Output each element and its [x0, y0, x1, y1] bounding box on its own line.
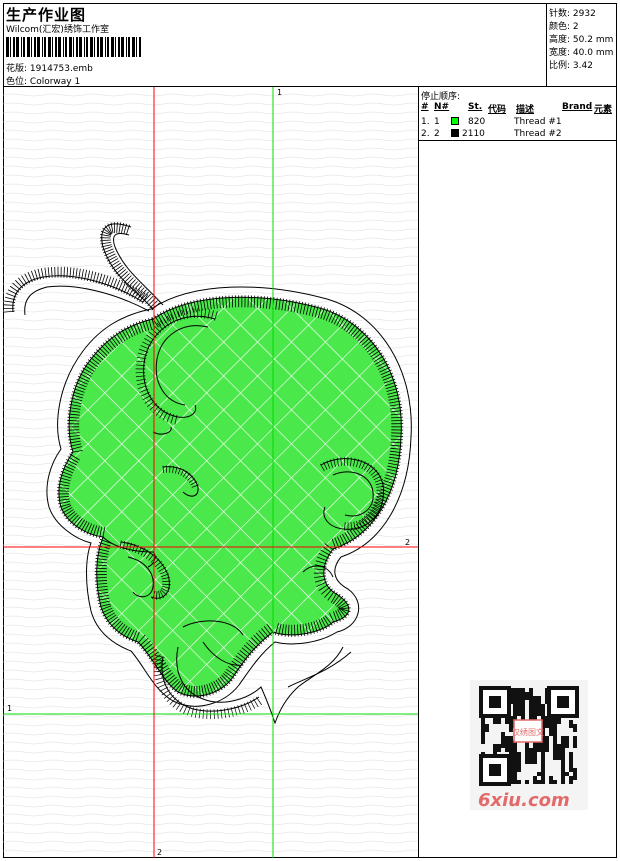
- file-value: 1914753.emb: [29, 64, 93, 74]
- stat-value: 50.2 mm: [572, 35, 614, 45]
- colorway-label: 色位:: [6, 77, 28, 87]
- design-canvas[interactable]: 1 1 2 2: [3, 87, 419, 858]
- thread-swatch: [451, 129, 459, 137]
- green-top-label: 1: [277, 88, 282, 97]
- row-code: 2110: [462, 129, 485, 139]
- company-name: Wilcom(汇宏)绣饰工作室: [6, 25, 109, 35]
- col-description: 描述: [516, 105, 535, 115]
- stat-value: 3.42: [572, 61, 593, 71]
- row-description: Thread #1: [514, 117, 562, 127]
- row-description: Thread #2: [514, 129, 562, 139]
- stat-label: 高度:: [549, 35, 571, 45]
- embroidery-preview: 1 1 2 2: [3, 87, 418, 858]
- row-needle: 2: [434, 129, 440, 139]
- stat-width: 宽度: 40.0 mm: [549, 45, 613, 58]
- stop-sequence-title: 停止顺序:: [421, 92, 461, 102]
- stat-scale: 比例: 3.42: [549, 58, 593, 71]
- file-name-row: 花版: 1914753.emb: [6, 61, 93, 74]
- stat-height: 高度: 50.2 mm: [549, 32, 613, 45]
- stat-value: 2: [572, 22, 579, 32]
- col-element: 元素: [594, 105, 613, 115]
- row-index: 1.: [421, 117, 430, 127]
- row-needle: 1: [434, 117, 440, 127]
- watermark-text: 6xiu.com: [478, 790, 570, 811]
- stat-label: 针数:: [549, 9, 571, 19]
- row-index: 2.: [421, 129, 430, 139]
- col-code: 代码: [488, 105, 507, 115]
- file-label: 花版:: [6, 64, 28, 74]
- stat-value: 2932: [572, 9, 596, 19]
- col-index: #: [421, 102, 429, 112]
- colorway-row: 色位: Colorway 1: [6, 74, 80, 87]
- col-stop: St.: [468, 102, 483, 112]
- red-bottom-label: 2: [157, 848, 162, 857]
- col-brand: Brand: [562, 102, 593, 112]
- thread-swatch: [451, 117, 459, 125]
- colorway-value: Colorway 1: [29, 77, 81, 87]
- stat-stitches: 针数: 2932: [549, 6, 596, 19]
- red-right-label: 2: [405, 538, 410, 547]
- row-code: 820: [468, 117, 486, 127]
- seal-text: 汉绣图文: [512, 727, 544, 737]
- stat-label: 颜色:: [549, 22, 571, 32]
- stat-colors: 颜色: 2: [549, 19, 579, 32]
- stat-label: 宽度:: [549, 48, 571, 58]
- stat-label: 比例:: [549, 61, 571, 71]
- fill-region: [58, 297, 402, 697]
- stat-value: 40.0 mm: [572, 48, 614, 58]
- barcode: [6, 37, 141, 57]
- stop-row[interactable]: 2. 2 2110 Thread #2: [421, 129, 611, 140]
- green-left-label: 1: [7, 704, 12, 713]
- stop-row[interactable]: 1. 1 820 Thread #1: [421, 117, 611, 128]
- col-needle: N#: [434, 102, 450, 112]
